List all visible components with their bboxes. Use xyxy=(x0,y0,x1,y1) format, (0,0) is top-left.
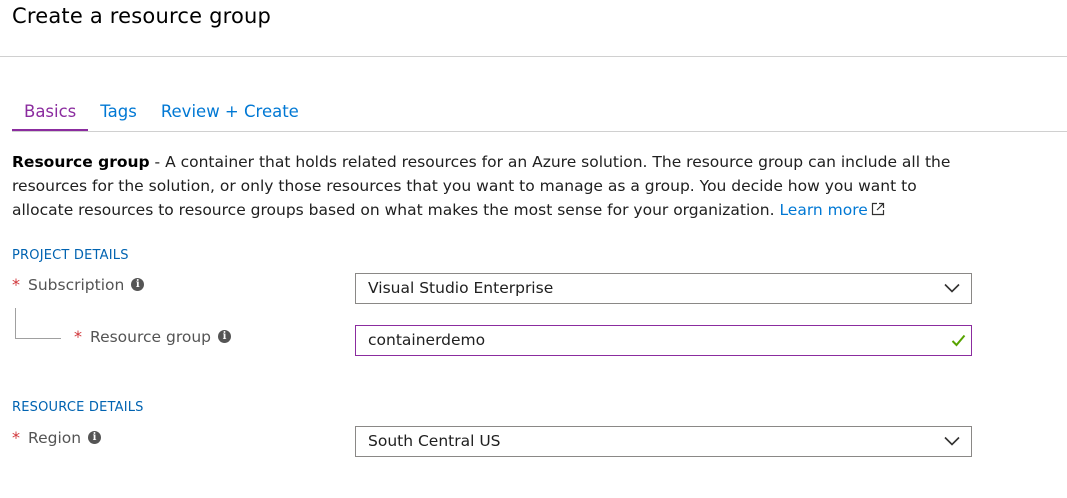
tab-basics[interactable]: Basics xyxy=(12,100,89,132)
subscription-select[interactable]: Visual Studio Enterprise xyxy=(355,273,972,304)
header-divider xyxy=(0,56,1067,57)
checkmark-icon xyxy=(951,334,966,347)
region-value: South Central US xyxy=(368,432,501,450)
region-select[interactable]: South Central US xyxy=(355,426,972,457)
required-marker: * xyxy=(12,275,20,294)
info-icon[interactable]: i xyxy=(218,330,232,343)
resource-group-label-row: * Resource group i xyxy=(74,327,232,346)
subscription-label: Subscription xyxy=(28,275,125,294)
resource-details-header: RESOURCE DETAILS xyxy=(12,400,144,415)
required-marker: * xyxy=(74,327,82,346)
subscription-value: Visual Studio Enterprise xyxy=(368,279,554,297)
tab-review-create[interactable]: Review + Create xyxy=(149,100,311,129)
description-title: Resource group xyxy=(12,153,150,171)
region-label: Region xyxy=(28,428,82,447)
external-link-icon xyxy=(871,202,884,216)
tree-connector-vertical xyxy=(15,308,16,338)
learn-more-link[interactable]: Learn more xyxy=(779,201,884,219)
tree-connector-horizontal xyxy=(15,338,61,339)
resource-group-input[interactable]: containerdemo xyxy=(355,325,972,356)
tab-bar: Basics Tags Review + Create xyxy=(12,100,311,132)
resource-group-value: containerdemo xyxy=(368,331,486,349)
learn-more-label[interactable]: Learn more xyxy=(779,201,867,219)
region-label-row: * Region i xyxy=(12,428,102,447)
chevron-down-icon xyxy=(944,283,960,293)
resource-group-label: Resource group xyxy=(90,327,212,346)
project-details-header: PROJECT DETAILS xyxy=(12,248,129,263)
chevron-down-icon xyxy=(944,436,960,446)
description: Resource group - A container that holds … xyxy=(12,150,972,222)
subscription-label-row: * Subscription i xyxy=(12,275,145,294)
tab-tags[interactable]: Tags xyxy=(88,100,149,129)
tab-divider xyxy=(12,131,1067,132)
info-icon[interactable]: i xyxy=(88,431,102,444)
info-icon[interactable]: i xyxy=(131,278,145,291)
page-title: Create a resource group xyxy=(12,4,272,28)
required-marker: * xyxy=(12,428,20,447)
